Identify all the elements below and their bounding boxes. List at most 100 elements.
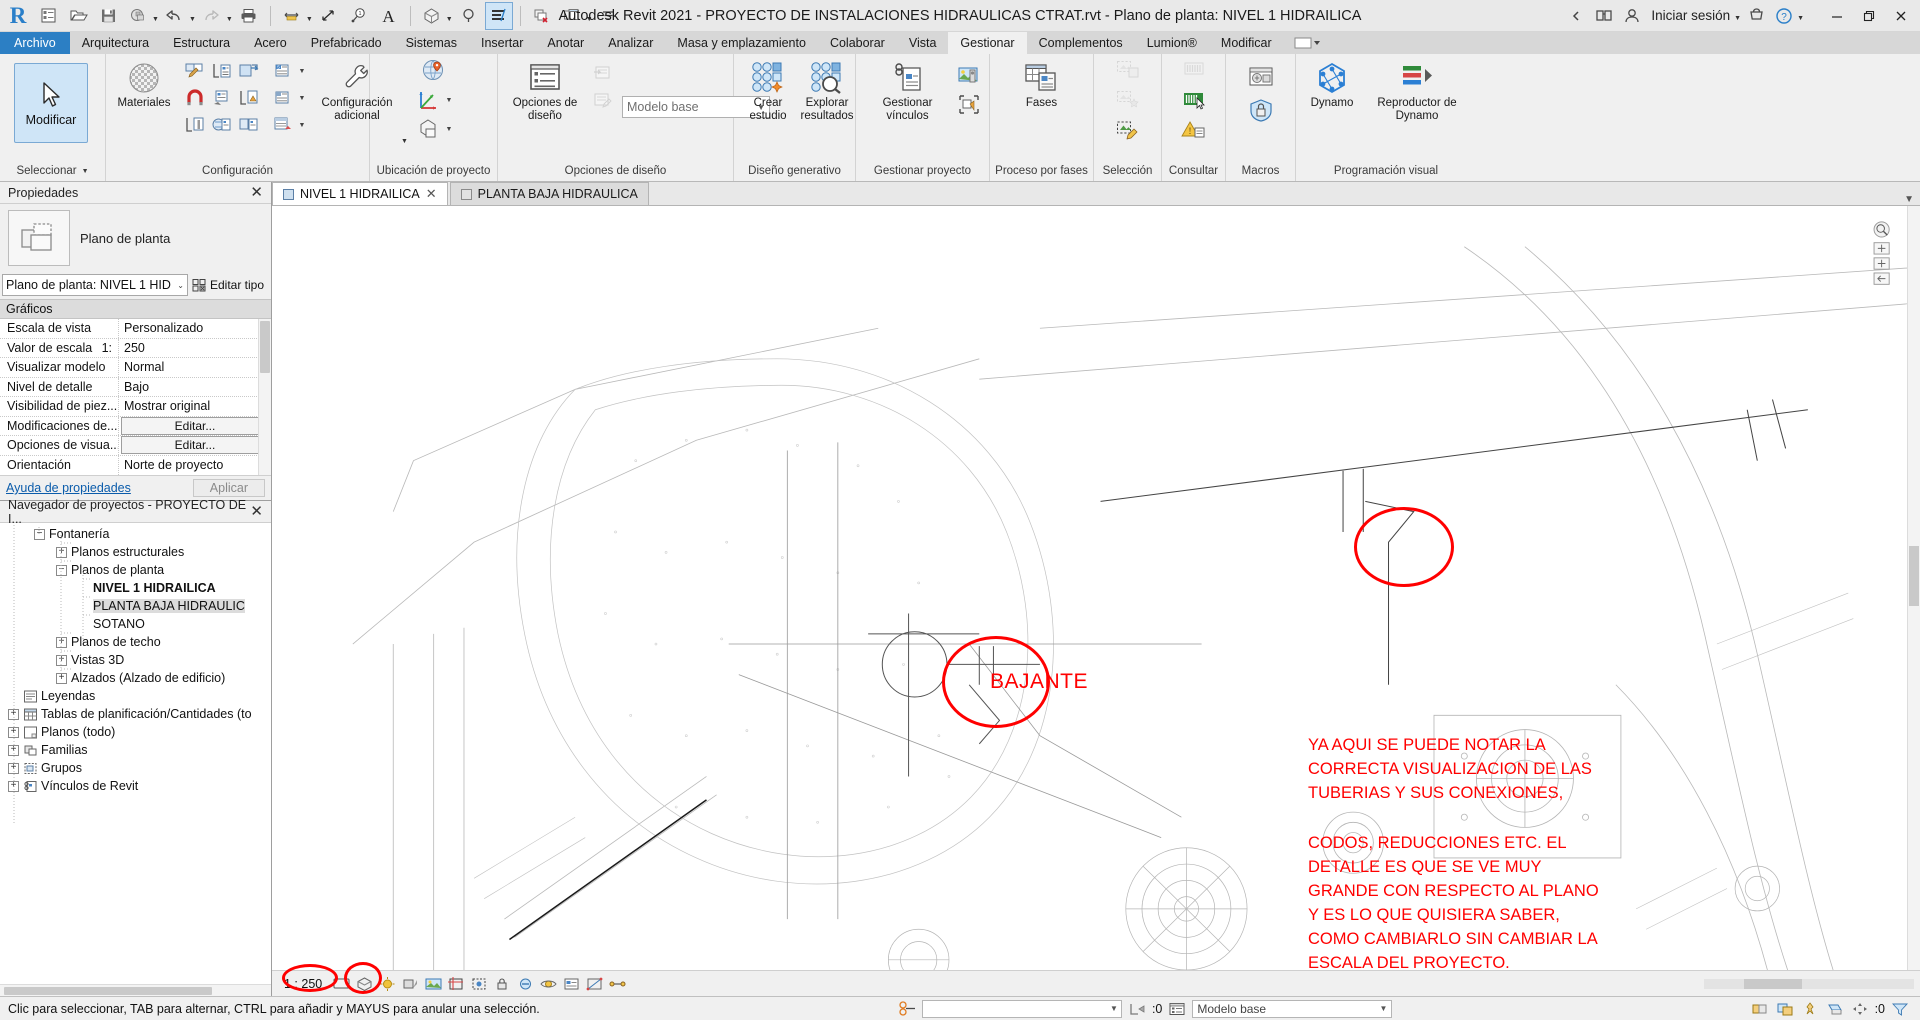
worksets-icon[interactable] — [897, 999, 917, 1019]
filter-icon[interactable] — [1890, 999, 1910, 1019]
coordinates-caret[interactable]: ▼ — [444, 97, 454, 104]
view-tab-nivel-1-hidrailica[interactable]: NIVEL 1 HIDRAILICA ✕ — [272, 182, 448, 205]
search-collapse-icon[interactable] — [1563, 3, 1589, 29]
expander-plus-icon[interactable]: + — [56, 546, 67, 558]
mep-settings-caret[interactable]: ▼ — [297, 95, 307, 102]
location-icon[interactable] — [419, 56, 449, 84]
ribbon-tab-arquitectura[interactable]: Arquitectura — [70, 32, 161, 54]
customize-qat-icon[interactable] — [595, 2, 623, 30]
ribbon-tab-acero[interactable]: Acero — [242, 32, 299, 54]
section-icon[interactable] — [455, 2, 483, 30]
mep-settings-grid-icon[interactable] — [270, 85, 296, 111]
worksets-field[interactable]: ▼ — [921, 999, 1122, 1018]
view-dropdown-caret[interactable]: ▼ — [446, 16, 453, 23]
tree-node-grupos[interactable]: + Grupos — [0, 759, 271, 777]
property-row-opciones-de-visualizacion[interactable]: Opciones de visua... Editar... — [0, 436, 271, 456]
property-value-orientacion[interactable]: Norte de proyecto — [118, 455, 271, 475]
ribbon-tab-gestionar[interactable]: Gestionar — [948, 32, 1027, 54]
manage-images-icon[interactable] — [955, 61, 983, 89]
property-value-visualizar-modelo[interactable]: Normal — [118, 358, 271, 377]
tree-node-planos-todo[interactable]: + Planos (todo) — [0, 723, 271, 741]
property-value-nivel-de-detalle[interactable]: Bajo — [118, 377, 271, 396]
render-dialog-icon[interactable] — [423, 974, 443, 994]
tree-node-familias[interactable]: + Familias — [0, 741, 271, 759]
phases-button[interactable]: Fases — [1013, 58, 1071, 113]
project-information-icon[interactable] — [236, 58, 262, 84]
view-tab-planta-baja-hidraulica[interactable]: PLANTA BAJA HIDRAULICA — [449, 182, 649, 205]
tree-node-nivel-1-hidrailica[interactable]: NIVEL 1 HIDRAILICA — [0, 579, 271, 597]
expander-plus-icon[interactable]: + — [8, 708, 19, 720]
expander-plus-icon[interactable]: + — [8, 780, 19, 792]
select-pinned-icon[interactable] — [1800, 999, 1820, 1019]
temporary-view-properties-icon[interactable] — [561, 974, 581, 994]
new-project-icon[interactable] — [34, 2, 62, 30]
thin-lines-icon[interactable] — [484, 1, 513, 30]
open-icon[interactable] — [64, 2, 92, 30]
save-icon[interactable] — [94, 2, 122, 30]
view-tab-close-icon[interactable]: ✕ — [426, 186, 437, 202]
tree-node-planos-de-techo[interactable]: + Planos de techo — [0, 633, 271, 651]
property-edit-button-modificaciones[interactable]: Editar... — [121, 416, 269, 435]
ribbon-tab-insertar[interactable]: Insertar — [469, 32, 535, 54]
type-selector[interactable]: Plano de planta: NIVEL 1 HID ⌄ — [2, 274, 188, 296]
ribbon-tab-sistemas[interactable]: Sistemas — [394, 32, 469, 54]
measure-dropdown-caret[interactable]: ▼ — [306, 16, 313, 23]
measure-icon[interactable] — [278, 2, 306, 30]
ribbon-contextual-tab-dropdown[interactable] — [1284, 32, 1330, 54]
position-icon[interactable] — [413, 116, 443, 142]
properties-help-link[interactable]: Ayuda de propiedades — [6, 481, 131, 495]
ribbon-tab-colaborar[interactable]: Colaborar — [818, 32, 897, 54]
sun-path-icon[interactable] — [377, 974, 397, 994]
switch-windows-icon[interactable] — [558, 2, 586, 30]
property-row-valor-de-escala[interactable]: Valor de escala 1: 250 — [0, 338, 271, 358]
restore-button[interactable] — [1854, 1, 1884, 31]
expander-minus-icon[interactable]: − — [34, 528, 45, 540]
property-value-escala-de-vista[interactable]: Personalizado — [118, 319, 271, 338]
project-browser-hscrollbar[interactable] — [0, 984, 271, 996]
editing-request-icon[interactable] — [1127, 999, 1147, 1019]
view-scale-label[interactable]: 1 : 250 — [278, 977, 328, 991]
property-row-visibilidad-de-piezas[interactable]: Visibilidad de piez... Mostrar original — [0, 397, 271, 417]
property-row-orientacion[interactable]: Orientación Norte de proyecto — [0, 455, 271, 475]
design-option-status-icon[interactable] — [1167, 999, 1187, 1019]
user-account-icon[interactable] — [1619, 3, 1645, 29]
view-navigation-controls[interactable] — [1852, 220, 1898, 290]
panel-schedule-templates-icon[interactable] — [270, 112, 296, 138]
tree-node-vistas-3d[interactable]: + Vistas 3D — [0, 651, 271, 669]
select-links-icon[interactable] — [1750, 999, 1770, 1019]
tag-icon[interactable]: 1 — [345, 2, 373, 30]
edit-type-button[interactable]: Editar tipo — [192, 278, 267, 292]
property-row-nivel-de-detalle[interactable]: Nivel de detalle Bajo — [0, 377, 271, 397]
help-caret[interactable]: ▼ — [1797, 15, 1804, 22]
ribbon-tab-estructura[interactable]: Estructura — [161, 32, 242, 54]
expander-plus-icon[interactable]: + — [8, 762, 19, 774]
ribbon-tab-lumion[interactable]: Lumion® — [1135, 32, 1209, 54]
drawing-canvas[interactable]: BAJANTE YA AQUI SE PUEDE NOTAR LA CORREC… — [272, 206, 1920, 970]
drag-elements-icon[interactable] — [1850, 999, 1870, 1019]
edit-selection-icon[interactable] — [1113, 116, 1143, 144]
manage-links-button[interactable]: Gestionar vínculos — [862, 58, 953, 126]
snaps-magnet-icon[interactable] — [182, 85, 208, 111]
property-edit-button-opciones[interactable]: Editar... — [121, 436, 269, 455]
visual-style-icon[interactable] — [354, 974, 374, 994]
crop-view-icon[interactable] — [446, 974, 466, 994]
tree-node-sotano[interactable]: SOTANO — [0, 615, 271, 633]
tree-node-tablas-de-planificacion[interactable]: + Tablas de planificación/Cantidades (to — [0, 705, 271, 723]
close-button[interactable] — [1886, 1, 1916, 31]
expander-plus-icon[interactable]: + — [8, 744, 19, 756]
select-by-face-icon[interactable] — [1825, 999, 1845, 1019]
autodesk-community-icon[interactable] — [1591, 3, 1617, 29]
reveal-hidden-elements-icon[interactable] — [538, 974, 558, 994]
project-browser-hscroll-thumb[interactable] — [4, 987, 212, 995]
starting-view-icon[interactable] — [955, 90, 983, 118]
modify-button[interactable]: Modificar — [14, 63, 88, 143]
show-crop-region-icon[interactable] — [469, 974, 489, 994]
text-icon[interactable]: A — [375, 2, 403, 30]
macro-security-icon[interactable] — [1245, 94, 1277, 126]
panel-schedule-caret[interactable]: ▼ — [297, 122, 307, 129]
property-value-valor-de-escala[interactable]: 250 — [118, 338, 271, 357]
expander-plus-icon[interactable]: + — [56, 636, 67, 648]
autodesk-app-store-icon[interactable] — [1743, 3, 1769, 29]
canvas-hscroll-thumb[interactable] — [1744, 978, 1802, 989]
expander-minus-icon[interactable]: − — [56, 564, 67, 576]
